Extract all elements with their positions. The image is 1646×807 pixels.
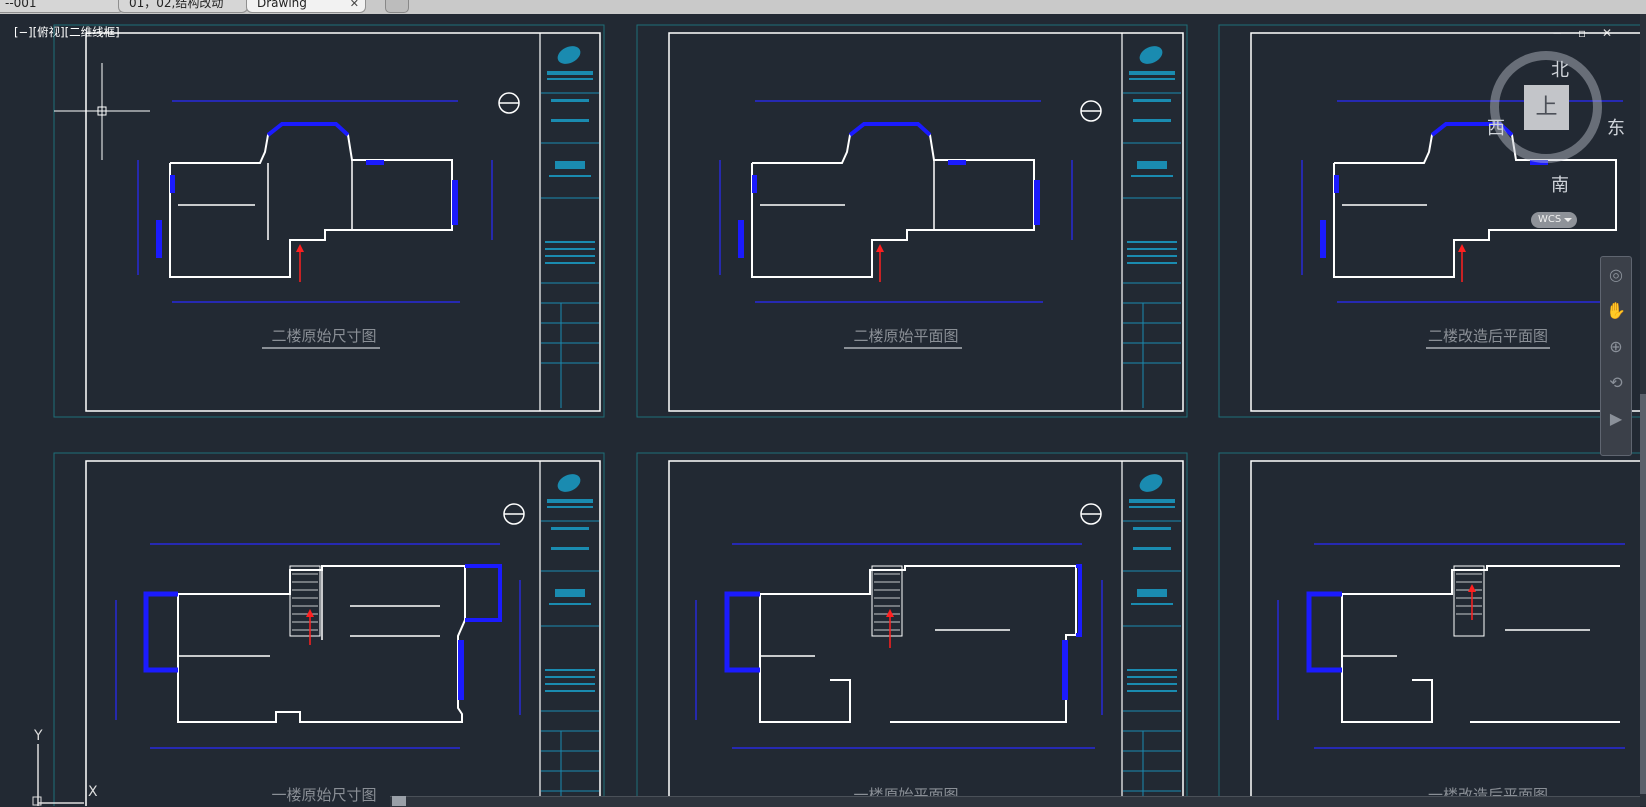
wcs-menu-button[interactable]: WCS [1531, 212, 1577, 228]
viewcube-west[interactable]: 西 [1487, 114, 1505, 140]
sheet-title: 二楼原始尺寸图 [271, 327, 376, 345]
viewcube-top-face[interactable]: 上 [1524, 85, 1569, 130]
sheet-second-floor-original-dimensions[interactable]: 二楼原始尺寸图 [53, 24, 605, 418]
viewcube[interactable]: 上 [1490, 51, 1602, 163]
horizontal-scrollbar[interactable] [390, 796, 1640, 807]
sheet-first-floor-renovated-plan[interactable]: 一楼改造后平面图 [1218, 452, 1646, 806]
orbit-icon[interactable]: ⟲ [1606, 373, 1626, 393]
sheet-title: 二楼原始平面图 [853, 327, 958, 345]
sheet-first-floor-original-plan[interactable]: 一楼原始平面图 [636, 452, 1188, 806]
vertical-scrollbar[interactable] [1640, 14, 1646, 806]
cad-drawing-canvas[interactable]: 二楼原始尺寸图 二楼原始平面图 二楼改造后平面图 一楼原始尺寸图 一楼原始平面图… [0, 0, 1646, 806]
navigation-bar: ◎ ✋ ⊕ ⟲ ▶ [1600, 256, 1632, 456]
ucs-x-label: X [88, 784, 98, 800]
sheet-title: 二楼改造后平面图 [1428, 327, 1548, 345]
scroll-left-button[interactable] [392, 796, 406, 806]
viewcube-east[interactable]: 东 [1607, 114, 1625, 140]
ucs-y-label: Y [34, 728, 43, 744]
zoom-icon[interactable]: ⊕ [1606, 337, 1626, 357]
steering-wheel-icon[interactable]: ◎ [1606, 265, 1626, 285]
viewcube-south[interactable]: 南 [1551, 171, 1569, 197]
ucs-icon [32, 744, 84, 806]
viewcube-north[interactable]: 北 [1551, 56, 1569, 82]
scrollbar-thumb[interactable] [1640, 394, 1646, 794]
sheet-first-floor-original-dimensions[interactable]: 一楼原始尺寸图 [53, 452, 605, 806]
showmotion-icon[interactable]: ▶ [1606, 409, 1626, 429]
sheet-second-floor-original-plan[interactable]: 二楼原始平面图 [636, 24, 1188, 418]
pan-icon[interactable]: ✋ [1606, 301, 1626, 321]
sheet-title: 一楼原始尺寸图 [271, 786, 376, 804]
